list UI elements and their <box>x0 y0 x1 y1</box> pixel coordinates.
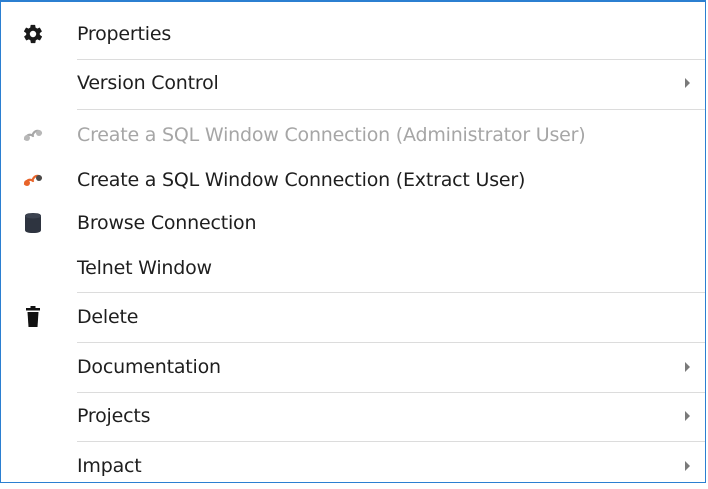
menu-item-label: Telnet Window <box>77 257 212 279</box>
submenu-arrow-icon <box>685 461 690 471</box>
menu-item-impact[interactable]: Impact <box>1 443 705 489</box>
menu-item-sql-connection-admin[interactable]: Create a SQL Window Connection (Administ… <box>1 112 705 158</box>
menu-item-label: Version Control <box>77 72 219 94</box>
gear-icon <box>21 22 45 46</box>
menu-item-delete[interactable]: Delete <box>1 294 705 340</box>
menu-item-sql-connection-extract[interactable]: Create a SQL Window Connection (Extract … <box>1 157 705 203</box>
menu-separator <box>77 441 705 442</box>
menu-item-label: Impact <box>77 455 142 477</box>
menu-item-telnet-window[interactable]: Telnet Window <box>1 245 705 291</box>
menu-item-projects[interactable]: Projects <box>1 393 705 439</box>
submenu-arrow-icon <box>685 362 690 372</box>
trash-icon <box>21 305 45 329</box>
menu-item-label: Create a SQL Window Connection (Extract … <box>77 169 526 191</box>
submenu-arrow-icon <box>685 78 690 88</box>
menu-item-documentation[interactable]: Documentation <box>1 344 705 390</box>
menu-item-label: Create a SQL Window Connection (Administ… <box>77 124 586 146</box>
menu-separator <box>77 292 705 293</box>
sql-connection-icon <box>21 168 45 192</box>
menu-item-label: Documentation <box>77 356 221 378</box>
sql-connection-icon <box>21 123 45 147</box>
menu-item-properties[interactable]: Properties <box>1 11 705 57</box>
database-icon <box>21 211 45 235</box>
menu-item-label: Projects <box>77 405 151 427</box>
submenu-arrow-icon <box>685 411 690 421</box>
menu-item-version-control[interactable]: Version Control <box>1 60 705 106</box>
menu-separator <box>77 342 705 343</box>
menu-separator <box>77 109 705 110</box>
menu-item-label: Delete <box>77 306 139 328</box>
menu-item-browse-connection[interactable]: Browse Connection <box>1 200 705 246</box>
menu-item-label: Browse Connection <box>77 212 257 234</box>
menu-item-label: Properties <box>77 23 172 45</box>
context-menu: Properties Version Control Create a SQL … <box>0 0 706 483</box>
